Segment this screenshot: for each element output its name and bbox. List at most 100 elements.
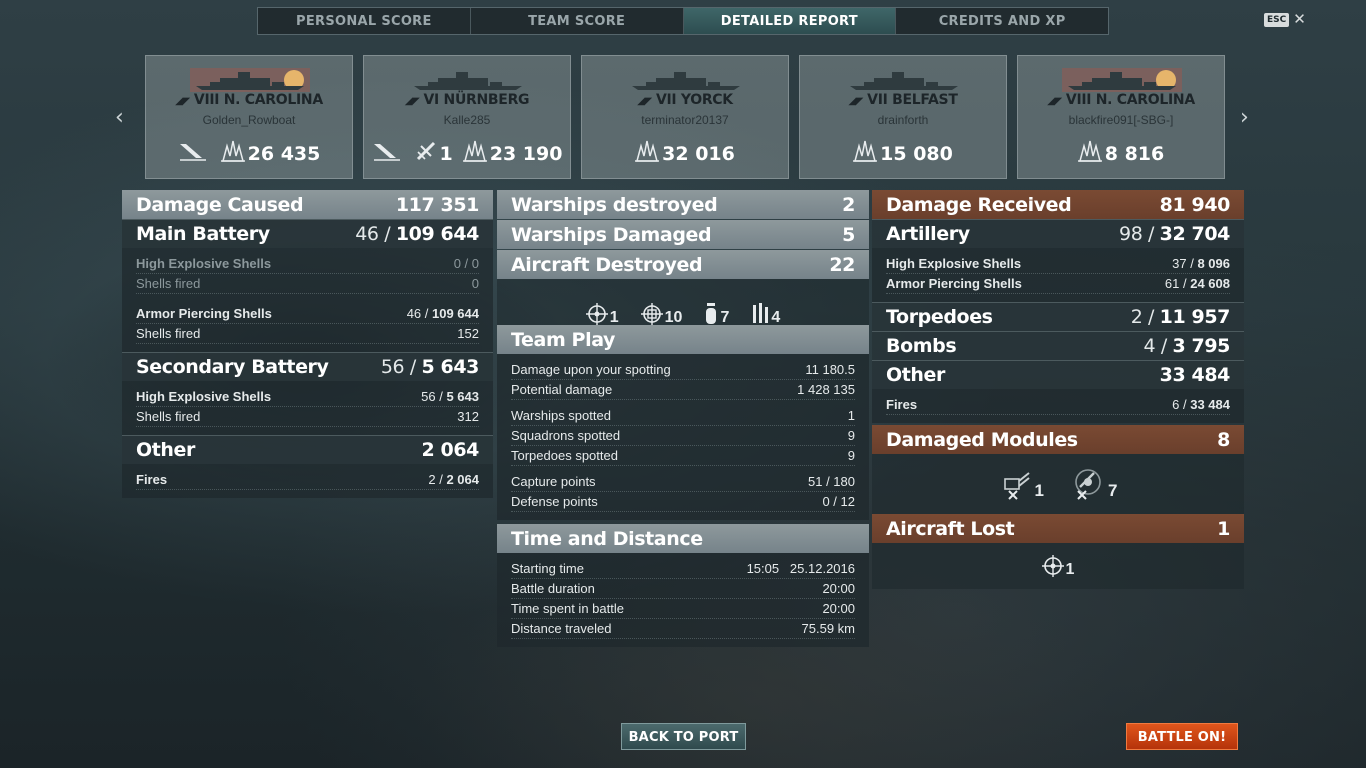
turret-destroyed-stat: 1 [999,467,1044,501]
damaged-modules-icons: 1 7 [872,454,1244,514]
team-play-header: Team Play [497,325,869,354]
damage-caused-label: Damage Caused [136,193,304,216]
time-distance-header: Time and Distance [497,524,869,553]
fighter-crosshair-stat: 1 [585,303,619,326]
stat-row: Defense points 0 / 12 [511,492,855,512]
combat-summary-panel: Warships destroyed 2 Warships Damaged 5 … [497,190,869,647]
fighter-crosshair-icon [585,303,608,325]
esc-key-hint: ESC [1264,13,1290,27]
sunk-ship-icon [178,140,208,167]
ship-title: BELFAST [892,92,958,108]
damage-burst-icon [635,140,660,167]
ship-class-icon: ◢◤ [848,96,864,107]
damage-received-panel: Damage Received 81 940 Artillery 98 / 32… [872,190,1244,589]
card-stats: 26 435 [146,140,352,167]
ship-tier: VII [655,92,677,108]
torpedo-stat: 4 [751,303,780,326]
torpedoes-received-header: Torpedoes 2 / 11 957 [872,302,1244,331]
aircraft-lost-header: Aircraft Lost 1 [872,514,1244,543]
torpedo-bomber-crosshair-stat: 10 [640,303,682,326]
player-name: Golden_Rowboat [202,113,296,127]
main-battery-header: Main Battery 46 / 109 644 [122,219,493,248]
battle-on-button[interactable]: BATTLE ON! [1126,723,1238,750]
stat-row: Armor Piercing Shells 61 / 24 608 [886,274,1230,294]
damage-caused-panel: Damage Caused 117 351 Main Battery 46 / … [122,190,493,498]
stat-row: Fires 2 / 2 064 [136,470,479,490]
plane-shot-icon [415,140,437,167]
ship-name: ◢◤ VI NÜRNBERG [364,92,570,108]
ship-name: ◢◤ VIII N. CAROLINA [146,92,352,108]
ship-class-icon: ◢◤ [1047,96,1062,107]
stat-row: Shells fired 0 [136,274,479,294]
ship-class-icon: ◢◤ [637,96,652,107]
card-stat-value: 23 190 [489,142,563,165]
card-stats: 32 016 [582,140,788,167]
player-name: Kalle285 [443,113,491,127]
time-distance-block: Starting time 15:05 25.12.2016 Battle dur… [497,553,869,647]
ship-silhouette-icon [414,72,522,90]
damage-burst-icon [1077,140,1102,167]
stat-row: Torpedoes spotted 9 [511,446,855,466]
prev-arrow-icon[interactable]: ‹ [115,105,124,130]
tab-credits-and-xp[interactable]: CREDITS AND XP [896,8,1108,34]
damage-burst-icon [853,140,878,167]
card-stat: 26 435 [220,140,321,167]
ship-title: N. CAROLINA [1095,92,1195,108]
ship-silhouette-icon [1062,68,1182,92]
artillery-header: Artillery 98 / 32 704 [872,219,1244,248]
damage-burst-icon [462,140,487,167]
tab-detailed-report[interactable]: DETAILED REPORT [683,8,897,34]
stat-row: Time spent in battle 20:00 [511,599,855,619]
player-name: terminator20137 [641,113,729,127]
ship-card[interactable]: ◢◤ VII BELFAST drainforth 15 080 [799,55,1007,179]
damage-received-header: Damage Received 81 940 [872,190,1244,219]
stat-row: Starting time 15:05 25.12.2016 [511,559,855,579]
card-stats: 8 816 [1018,140,1224,167]
ship-card[interactable]: ◢◤ VI NÜRNBERG Kalle285 1 23 190 [363,55,571,179]
stat-row: Armor Piercing Shells 46 / 109 644 [136,304,479,324]
back-to-port-button[interactable]: BACK TO PORT [621,723,746,750]
card-stat-value: 8 816 [1104,142,1165,165]
torpedo-bomber-crosshair-icon [640,303,663,325]
main-battery-label: Main Battery [136,223,270,245]
ship-silhouette-icon [190,68,310,92]
turret-destroyed-icon [1003,472,1030,500]
damage-caused-value: 117 351 [395,193,480,216]
torpedo-icon [753,303,769,323]
close-button[interactable]: ESC ✕ [1264,12,1306,27]
ship-tier: VII [867,92,888,108]
card-stat-value: 32 016 [662,142,735,165]
tab-personal-score[interactable]: PERSONAL SCORE [258,8,471,34]
ship-card[interactable]: ◢◤ VIII N. CAROLINA blackfire091[-SBG-] 8 8… [1017,55,1225,179]
secondary-battery-header: Secondary Battery 56 / 5 643 [122,352,493,381]
ship-card[interactable]: ◢◤ VII YORCK terminator20137 32 016 [581,55,789,179]
close-icon[interactable]: ✕ [1293,12,1306,27]
ship-card[interactable]: ◢◤ VIII N. CAROLINA Golden_Rowboat 26 435 [145,55,353,179]
stat-row: High Explosive Shells 37 / 8 096 [886,254,1230,274]
bomb-stat: 7 [704,303,729,326]
bomb-icon [706,303,717,324]
other-damage-header: Other 2 064 [122,435,493,464]
ship-title: YORCK [680,92,733,108]
other-received-header: Other 33 484 [872,360,1244,389]
aircraft-lost-icons: 1 [872,543,1244,589]
ship-title: N. CAROLINA [223,92,323,108]
stat-row: High Explosive Shells 56 / 5 643 [136,387,479,407]
fighter-lost-stat: 1 [1041,555,1074,578]
card-stat-value: 1 [439,142,453,165]
ship-cards: ◢◤ VIII N. CAROLINA Golden_Rowboat 26 435 ◢◤… [145,55,1225,179]
main-battery-block: High Explosive Shells 0 / 0 Shells fired… [122,248,493,352]
card-stat [178,140,211,167]
stat-row: Distance traveled 75.59 km [511,619,855,639]
ship-name: ◢◤ VII BELFAST [800,92,1006,108]
tab-team-score[interactable]: TEAM SCORE [471,8,684,34]
damage-burst-icon [220,140,245,167]
next-arrow-icon[interactable]: › [1240,105,1249,130]
ship-name: ◢◤ VII YORCK [582,92,788,108]
aircraft-destroyed-header: Aircraft Destroyed 22 [497,250,869,279]
stat-row: Capture points 51 / 180 [511,472,855,492]
stat-row: Fires 6 / 33 484 [886,395,1230,415]
team-play-block: Damage upon your spotting 11 180.5 Potent… [497,354,869,520]
card-stat-value: 26 435 [247,142,321,165]
warships-destroyed-header: Warships destroyed 2 [497,190,869,219]
